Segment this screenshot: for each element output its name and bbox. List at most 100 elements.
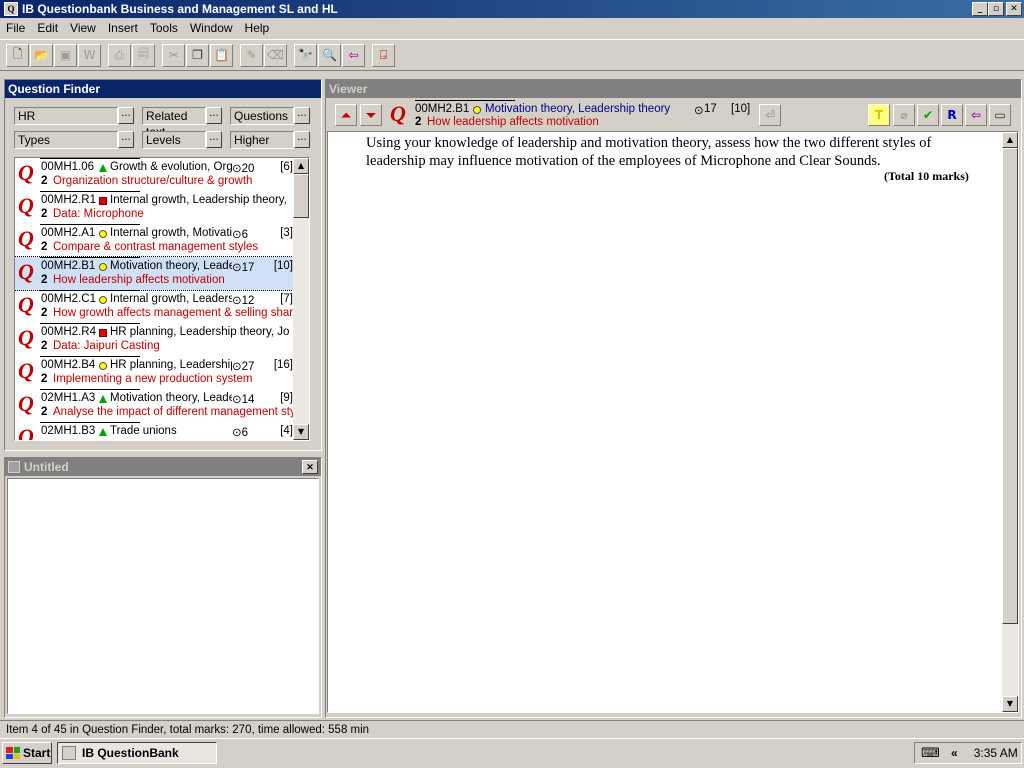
new-icon[interactable]: 🗋 [6,43,29,67]
easy-difficulty-icon [99,164,107,172]
subject-field[interactable]: HR [14,107,118,125]
question-finder-title: Question Finder [5,80,321,98]
level-value-more-button[interactable]: ... [294,131,310,148]
clock-icon: ⊙ [232,229,242,241]
subject-more-button[interactable]: ... [118,107,134,124]
previous-question-button[interactable]: ⏶ [335,104,357,126]
question-row[interactable]: Q 00MH2.A1 Internal growth, Motivatio ⊙6 [3]… [15,224,295,257]
question-level: 2 [41,208,48,220]
question-topic: HR planning, Leadership [110,359,232,371]
close-button[interactable]: ✕ [1006,2,1022,16]
exit-icon[interactable]: ⍈ [372,43,395,67]
question-row[interactable]: Q 00MH2.C1 Internal growth, Leadersh ⊙12 [7]… [15,290,295,323]
scroll-down-button[interactable]: ▼ [293,424,309,440]
scroll-thumb[interactable] [293,174,309,218]
menu-help[interactable]: Help [239,21,276,35]
next-question-button[interactable]: ⏷ [360,104,382,126]
edit-icon[interactable]: ✎ [240,43,263,67]
find-icon[interactable]: 🔭 [294,43,317,67]
keyboard-icon[interactable]: ⌨ [921,745,940,761]
maximize-button[interactable]: ▫ [988,2,1004,16]
question-row[interactable]: Q 00MH2.B4 HR planning, Leadership ⊙27 [16] 2… [15,356,295,389]
question-row[interactable]: Q 02MH1.A3 Motivation theory, Leader ⊙14 [9]… [15,389,295,422]
question-code: 00MH2.R4 [41,326,96,338]
menu-file[interactable]: File [0,21,31,35]
panel-icon[interactable]: ▭ [989,104,1011,126]
print-icon[interactable]: ⎙ [108,43,131,67]
related-more-button[interactable]: ... [206,107,222,124]
toolbar: 🗋 📂 ▣ W ⎙ 🗐 ✂ ❐ 📋 ✎ ⌫ 🔭 🔍 ⇦ ⍈ [0,39,1024,71]
status-bar: Item 4 of 45 in Question Finder, total m… [0,720,1024,738]
menu-insert[interactable]: Insert [102,21,144,35]
question-list-scrollbar[interactable]: ▲ ▼ [293,158,309,440]
search-icon[interactable]: 🔍 [318,43,341,67]
row-rule [40,191,140,192]
print-preview-icon[interactable]: 🗐 [132,43,155,67]
types-more-button[interactable]: ... [118,131,134,148]
open-icon[interactable]: 📂 [30,43,53,67]
question-code: 00MH2.A1 [41,227,96,239]
delete-icon[interactable]: ⌫ [264,43,287,67]
untitled-title: Untitled ✕ [5,458,321,476]
question-level: 2 [41,406,48,418]
question-row[interactable]: Q 02MH1.B3 Trade unions ⊙6 [4] [15,422,295,440]
question-subtitle: Organization structure/culture & growth [53,175,253,187]
types-field[interactable]: Types [14,131,118,149]
question-row[interactable]: Q 00MH2.B1 Motivation theory, Leader ⊙17 [10… [15,256,296,291]
row-rule [40,422,140,423]
question-time: ⊙12 [232,295,255,307]
copy-icon[interactable]: ❐ [186,43,209,67]
questions-more-button[interactable]: ... [294,107,310,124]
question-row[interactable]: Q 00MH2.R4 HR planning, Leadership theory,… [15,323,295,356]
app-icon [62,746,76,760]
clip-icon[interactable]: ⌀ [893,104,915,126]
untitled-close-button[interactable]: ✕ [302,460,318,474]
back-arrow-icon[interactable]: ⇦ [342,43,365,67]
viewer-time: 17 [704,103,717,115]
clock-icon: ⊙ [232,262,242,274]
paste-icon[interactable]: 📋 [210,43,233,67]
question-topic: Internal growth, Motivatio [110,227,232,239]
question-row[interactable]: Q 00MH1.06 Growth & evolution, Orga ⊙20 [6] 2… [15,158,295,191]
menu-edit[interactable]: Edit [31,21,64,35]
check-icon[interactable]: ✔ [917,104,939,126]
related-text-field[interactable]: Related text [142,107,206,139]
text-tool-button[interactable]: T [868,104,890,126]
save-icon[interactable]: ▣ [54,43,77,67]
insert-question-button[interactable]: ⏎ [759,104,781,126]
untitled-content[interactable] [7,478,319,714]
clock-icon: ⊙ [232,295,242,307]
viewer-content[interactable]: Using your knowledge of leadership and m… [327,131,1019,713]
question-list[interactable]: Q 00MH1.06 Growth & evolution, Orga ⊙20 [6] 2… [14,157,310,441]
level-value-field[interactable]: Higher [230,131,294,149]
question-time: ⊙6 [232,229,249,241]
menu-tools[interactable]: Tools [144,21,184,35]
reference-tool-button[interactable]: R [941,104,963,126]
levels-field[interactable]: Levels [142,131,206,149]
viewer-scrollbar[interactable]: ▲ ▼ [1002,132,1018,712]
viewer-title: Viewer [326,80,1021,98]
levels-more-button[interactable]: ... [206,131,222,148]
clock-icon: ⊙ [232,427,242,439]
back-arrow-icon[interactable]: ⇦ [965,104,987,126]
row-rule [40,323,140,324]
question-level: 2 [41,175,48,187]
question-time: ⊙6 [232,427,249,439]
question-subtitle: Data: Jaipuri Casting [53,340,160,352]
question-row[interactable]: Q 00MH2.R1 Internal growth, Leadership the… [15,191,295,224]
viewer-marks: [10] [731,103,751,115]
export-icon[interactable]: W [78,43,101,67]
minimize-button[interactable]: _ [972,2,988,16]
viewer-scroll-down-button[interactable]: ▼ [1002,696,1018,712]
viewer-subtitle: How leadership affects motivation [427,116,599,128]
viewer-scroll-thumb[interactable] [1002,148,1018,624]
viewer-scroll-up-button[interactable]: ▲ [1002,132,1018,148]
menu-window[interactable]: Window [184,21,239,35]
scroll-up-button[interactable]: ▲ [293,158,309,174]
start-button[interactable]: Start [2,742,52,764]
questions-field[interactable]: Questions [230,107,294,125]
menu-view[interactable]: View [64,21,102,35]
tray-expand-button[interactable]: « [951,746,958,760]
cut-icon[interactable]: ✂ [162,43,185,67]
taskbar-item-questionbank[interactable]: IB QuestionBank [57,742,217,764]
